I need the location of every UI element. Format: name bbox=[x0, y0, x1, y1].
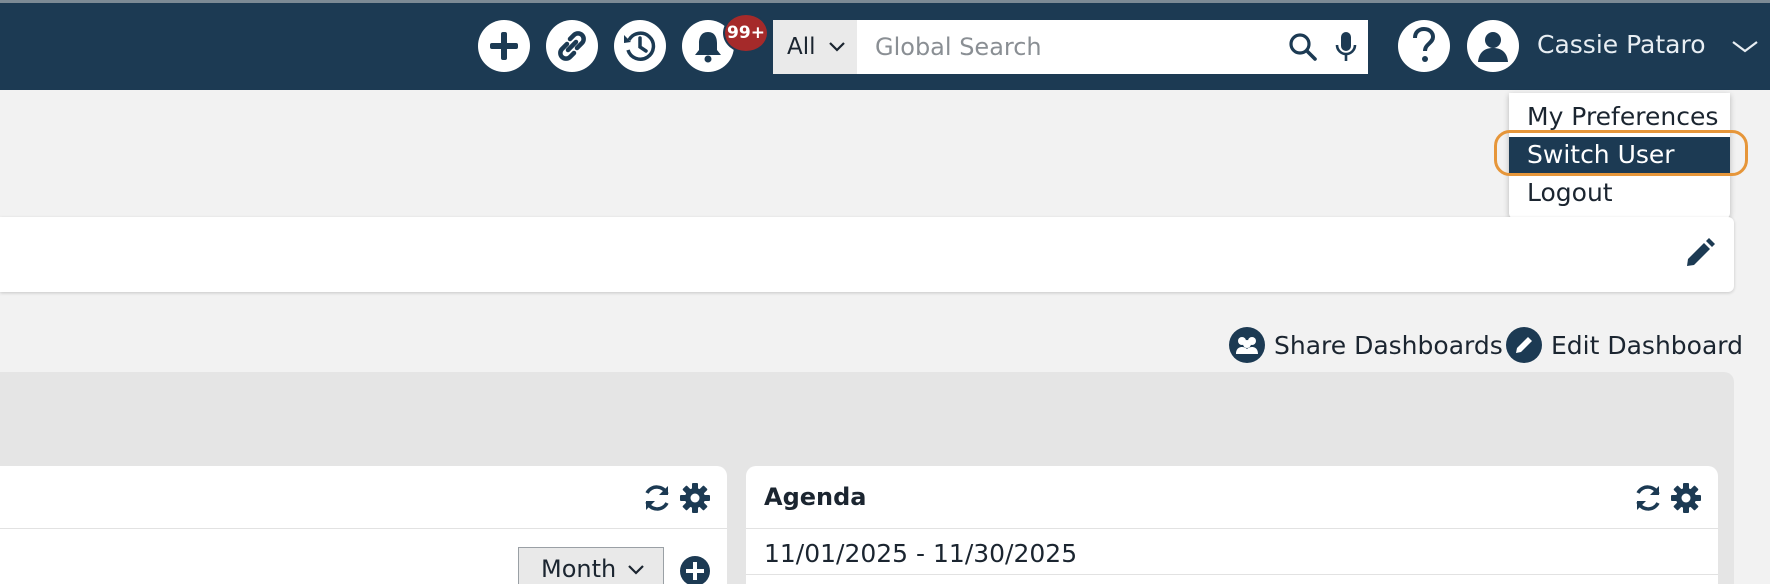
search-input[interactable] bbox=[857, 20, 1282, 74]
help-icon bbox=[1413, 27, 1436, 62]
calendar-view-value: Month bbox=[541, 555, 617, 583]
gear-icon[interactable] bbox=[1670, 482, 1702, 514]
user-name[interactable]: Cassie Pataro bbox=[1537, 30, 1706, 59]
refresh-icon[interactable] bbox=[1632, 482, 1664, 514]
link-icon bbox=[558, 31, 586, 61]
pencil-icon bbox=[1506, 327, 1542, 363]
calendar-view-select[interactable]: Month bbox=[518, 547, 664, 584]
widget-divider bbox=[746, 574, 1718, 575]
share-users-icon bbox=[1229, 327, 1265, 363]
search-scope-value: All bbox=[787, 34, 816, 60]
widget-divider bbox=[0, 528, 727, 529]
widget-divider bbox=[746, 528, 1718, 529]
pencil-icon[interactable] bbox=[1683, 238, 1715, 270]
menu-item-logout[interactable]: Logout bbox=[1509, 175, 1730, 211]
agenda-date-range: 11/01/2025 - 11/30/2025 bbox=[764, 539, 1078, 568]
refresh-icon[interactable] bbox=[641, 482, 673, 514]
menu-item-my-preferences[interactable]: My Preferences bbox=[1509, 99, 1730, 135]
dashboard-header-panel bbox=[0, 217, 1734, 292]
history-button[interactable] bbox=[614, 20, 666, 72]
calendar-widget: Month bbox=[0, 466, 727, 584]
share-dashboards-button[interactable]: Share Dashboards bbox=[1229, 327, 1503, 363]
voice-search-button[interactable] bbox=[1324, 20, 1368, 74]
chevron-down-icon[interactable] bbox=[1732, 40, 1758, 54]
add-event-icon[interactable] bbox=[680, 556, 710, 584]
history-icon bbox=[624, 31, 656, 61]
agenda-title: Agenda bbox=[764, 483, 867, 511]
microphone-icon bbox=[1335, 32, 1357, 61]
agenda-widget: Agenda 11/01/2025 - 11/30/2025 bbox=[746, 466, 1718, 584]
chevron-down-icon bbox=[828, 42, 845, 52]
search-icon bbox=[1289, 33, 1317, 61]
add-button[interactable] bbox=[478, 20, 530, 72]
edit-dashboard-button[interactable]: Edit Dashboard bbox=[1506, 327, 1743, 363]
edit-dashboard-label: Edit Dashboard bbox=[1551, 330, 1743, 360]
menu-item-switch-user[interactable]: Switch User bbox=[1509, 137, 1730, 173]
chevron-down-icon bbox=[628, 565, 644, 575]
share-dashboards-label: Share Dashboards bbox=[1274, 330, 1503, 360]
user-menu-dropdown: My Preferences Switch User Logout bbox=[1509, 93, 1730, 219]
search-scope-select[interactable]: All bbox=[773, 20, 857, 74]
search-submit-button[interactable] bbox=[1282, 20, 1324, 74]
notification-count-badge: 99+ bbox=[723, 13, 769, 53]
links-button[interactable] bbox=[546, 20, 598, 72]
user-avatar-button[interactable] bbox=[1467, 20, 1519, 72]
bell-icon bbox=[695, 32, 721, 63]
help-button[interactable] bbox=[1398, 20, 1450, 72]
add-icon bbox=[490, 32, 518, 60]
avatar-icon bbox=[1478, 32, 1508, 62]
global-search: All bbox=[773, 20, 1368, 74]
gear-icon[interactable] bbox=[679, 482, 711, 514]
